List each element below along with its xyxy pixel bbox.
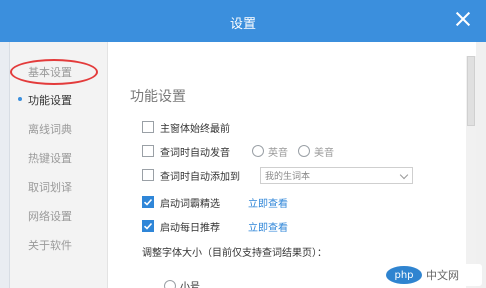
- option-label: 查词时自动发音: [160, 147, 230, 159]
- option-start-daily[interactable]: 启动每日推荐 立即查看: [142, 218, 288, 234]
- scroll-thumb[interactable]: [467, 56, 475, 126]
- option-label: 启动词霸精选: [160, 198, 220, 210]
- wordbook-select[interactable]: 我的生词本: [260, 167, 413, 184]
- sidebar-item-about[interactable]: 关于软件: [28, 237, 72, 253]
- sidebar: 基本设置 功能设置 离线词典 热键设置 取词划译 网络设置 关于软件: [10, 42, 108, 288]
- section-title: 功能设置: [130, 89, 186, 105]
- view-now-link[interactable]: 立即查看: [248, 195, 288, 210]
- background-right-edge: [476, 0, 486, 288]
- option-label: 主窗体始终最前: [160, 123, 230, 135]
- font-size-small-option[interactable]: 小号: [164, 278, 210, 288]
- settings-panel: 功能设置 主窗体始终最前 查词时自动发音 英音 美音 查词时自动添加到 我的生词…: [108, 42, 476, 288]
- option-auto-add[interactable]: 查词时自动添加到: [142, 167, 240, 183]
- watermark: php 中文网: [386, 264, 482, 286]
- view-now-link[interactable]: 立即查看: [248, 219, 288, 234]
- checkbox-checked[interactable]: [142, 220, 154, 232]
- checkbox[interactable]: [142, 169, 154, 181]
- radio-uk[interactable]: [252, 145, 264, 157]
- option-start-ciba[interactable]: 启动词霸精选 立即查看: [142, 194, 288, 210]
- sidebar-item-function-settings[interactable]: 功能设置: [18, 92, 72, 108]
- settings-dialog: 基本设置 功能设置 离线词典 热键设置 取词划译 网络设置 关于软件 功能设置 …: [10, 42, 476, 288]
- radio-us[interactable]: [298, 145, 310, 157]
- scrollbar[interactable]: [466, 56, 476, 288]
- checkbox-checked[interactable]: [142, 196, 154, 208]
- radio-label-uk: 英音: [268, 147, 288, 159]
- option-label: 查词时自动添加到: [160, 171, 240, 183]
- radio-small[interactable]: [164, 279, 176, 288]
- checkmark-icon: [143, 198, 153, 206]
- font-size-description: 调整字体大小（目前仅支持查词结果页）：: [142, 248, 327, 259]
- background-left-edge: [0, 0, 10, 288]
- chevron-down-icon: [399, 170, 409, 180]
- select-value: 我的生词本: [265, 172, 311, 182]
- php-logo: php: [386, 266, 422, 284]
- checkbox[interactable]: [142, 121, 154, 133]
- radio-label-us: 美音: [314, 147, 334, 159]
- option-auto-pronounce[interactable]: 查词时自动发音 英音 美音: [142, 143, 344, 159]
- sidebar-item-word-capture[interactable]: 取词划译: [28, 179, 72, 195]
- radio-label-small: 小号: [180, 282, 200, 288]
- checkmark-icon: [143, 222, 153, 230]
- active-bullet-icon: [18, 97, 22, 101]
- checkbox[interactable]: [142, 145, 154, 157]
- window-title: 设置: [229, 17, 256, 32]
- sidebar-item-network-settings[interactable]: 网络设置: [28, 208, 72, 224]
- title-bar: 设置: [0, 0, 486, 42]
- sidebar-item-offline-dictionary[interactable]: 离线词典: [28, 121, 72, 137]
- close-icon[interactable]: [454, 10, 472, 28]
- option-label: 启动每日推荐: [160, 222, 220, 234]
- sidebar-item-hotkey-settings[interactable]: 热键设置: [28, 150, 72, 166]
- watermark-text: 中文网: [426, 269, 459, 282]
- option-always-on-top[interactable]: 主窗体始终最前: [142, 119, 230, 135]
- sidebar-item-basic-settings[interactable]: 基本设置: [28, 64, 72, 80]
- sidebar-item-label: 功能设置: [28, 94, 72, 107]
